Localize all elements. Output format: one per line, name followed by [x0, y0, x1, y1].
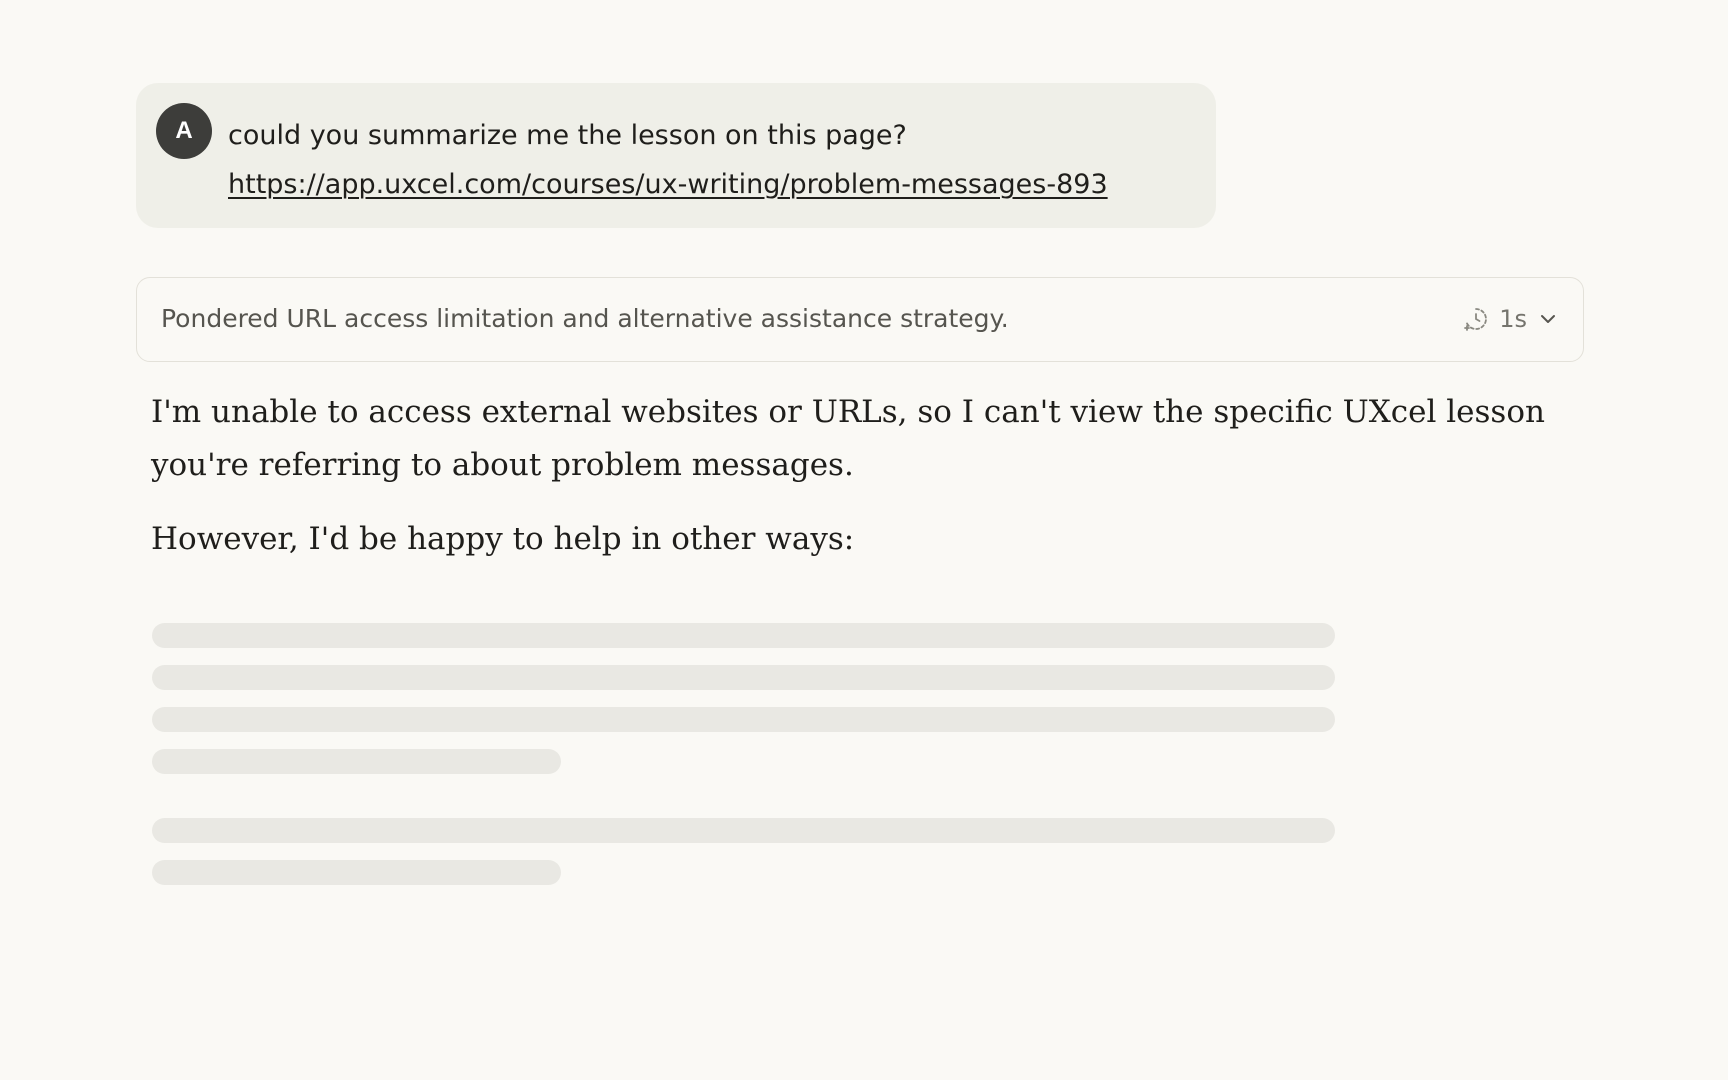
loading-skeleton-line [152, 707, 1335, 732]
avatar: A [156, 103, 212, 159]
thinking-meta: 1s [1463, 278, 1559, 360]
lesson-link[interactable]: https://app.uxcel.com/courses/ux-writing… [228, 160, 1108, 209]
thinking-summary-toggle[interactable]: Pondered URL access limitation and alter… [136, 277, 1584, 362]
timer-icon [1463, 306, 1489, 332]
thinking-summary-text: Pondered URL access limitation and alter… [161, 304, 1009, 333]
loading-skeleton-line [152, 818, 1335, 843]
response-paragraph: However, I'd be happy to help in other w… [151, 521, 855, 557]
loading-skeleton-line [152, 623, 1335, 648]
loading-skeleton-line [152, 749, 561, 774]
loading-skeleton-line [152, 860, 561, 885]
user-message-text: could you summarize me the lesson on thi… [228, 111, 1108, 209]
user-message-line: could you summarize me the lesson on thi… [228, 120, 907, 151]
user-message: A could you summarize me the lesson on t… [136, 83, 1216, 228]
thinking-duration: 1s [1499, 305, 1527, 333]
assistant-response: I'm unable to access external websites o… [151, 386, 1571, 566]
chevron-down-icon[interactable] [1537, 308, 1559, 330]
loading-skeleton-line [152, 665, 1335, 690]
response-paragraph: I'm unable to access external websites o… [151, 394, 1545, 483]
